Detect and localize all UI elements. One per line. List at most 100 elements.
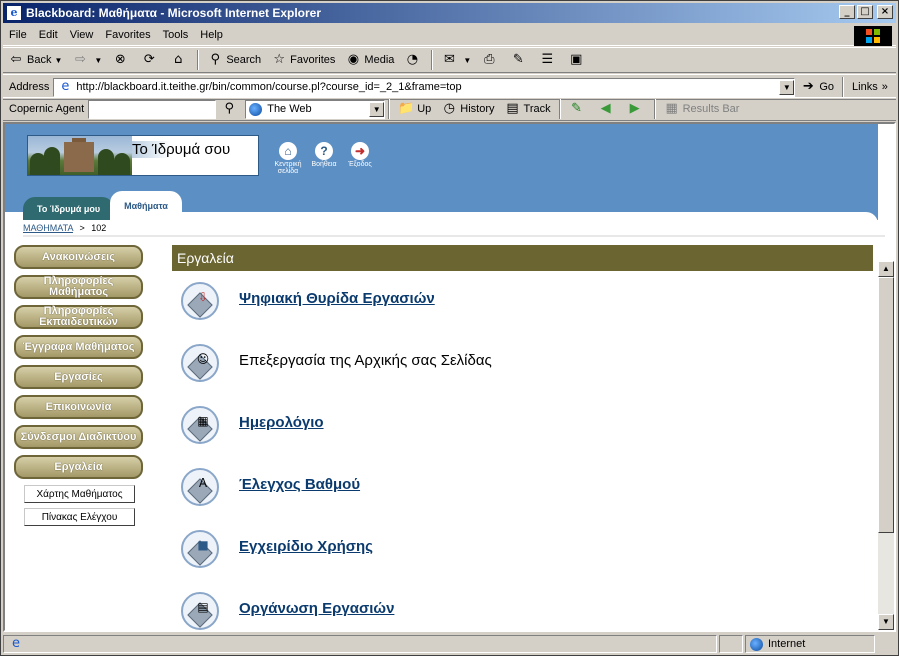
logout-link[interactable]: ➜ Έξοδος (345, 142, 375, 175)
blackboard-banner: Το Ίδρυμά σου ⌂ Κεντρική σελίδα ? Βοήθει… (5, 124, 878, 224)
nav-communication[interactable]: Επικοινωνία (14, 395, 143, 419)
home-button[interactable]: ⌂ (165, 52, 194, 68)
address-dropdown-button[interactable]: ▼ (779, 79, 795, 95)
nav-course-documents[interactable]: Έγγραφα Μαθήματος (14, 335, 143, 359)
minimize-button[interactable]: _ (839, 5, 855, 19)
scroll-thumb[interactable] (878, 277, 894, 533)
search-icon: ⚲ (210, 52, 221, 67)
messenger-icon: ▣ (570, 52, 583, 67)
home-icon: ⌂ (174, 52, 183, 67)
nav-external-links[interactable]: Σύνδεσμοι Διαδικτύου (14, 425, 143, 449)
window-title: Blackboard: Μαθήματα - Microsoft Interne… (26, 6, 322, 20)
results-bar-icon: ▦ (665, 101, 678, 116)
tool-user-manual-link[interactable]: Εγχειρίδιο Χρήσης (239, 538, 373, 555)
tasks-icon: ▤ (181, 592, 219, 630)
breadcrumb: ΜΑΘΗΜΑΤΑ > 102 (23, 223, 107, 233)
stop-button[interactable]: ⊗ (107, 52, 136, 68)
menu-help[interactable]: Help (194, 29, 229, 41)
search-button[interactable]: ⚲ Search (202, 52, 266, 68)
grades-icon: A (181, 468, 219, 506)
copernic-toolbar: Copernic Agent ⚲ The Web ▼ 📁 Up ◷ History … (3, 97, 896, 121)
menu-tools[interactable]: Tools (157, 29, 195, 41)
title-bar: e Blackboard: Μαθήματα - Microsoft Inter… (3, 3, 896, 23)
print-icon: ⎙ (484, 52, 495, 67)
tab-courses[interactable]: Μαθήματα (110, 191, 182, 220)
copernic-back-button[interactable]: ◀ (593, 101, 622, 117)
address-input[interactable]: e http://blackboard.it.teithe.gr/bin/com… (53, 77, 796, 97)
copernic-up-button[interactable]: 📁 Up (393, 101, 436, 117)
page-icon: e (61, 79, 70, 94)
breadcrumb-current: 102 (91, 223, 107, 233)
folder-up-icon: 📁 (398, 101, 415, 116)
scroll-up-button[interactable]: ▲ (878, 261, 894, 277)
course-map-button[interactable]: Χάρτης Μαθήματος (24, 485, 135, 503)
dropbox-icon: ⇩ (181, 282, 219, 320)
copernic-scope-select[interactable]: The Web ▼ (245, 99, 386, 119)
ie-logo-icon: e (6, 5, 22, 21)
nav-course-info[interactable]: Πληροφορίες Μαθήματος (14, 275, 143, 299)
maximize-button[interactable]: □ (857, 5, 873, 19)
tool-digital-dropbox-link[interactable]: Ψηφιακή Θυρίδα Εργασιών (239, 290, 435, 307)
tool-item: ⇩ Ψηφιακή Θυρίδα Εργασιών (181, 280, 861, 342)
media-button[interactable]: ◉ Media (340, 52, 399, 68)
messenger-button[interactable]: ▣ (563, 52, 592, 68)
tool-list: ⇩ Ψηφιακή Θυρίδα Εργασιών ☺ Επεξεργασία … (181, 280, 861, 630)
copernic-label: Copernic Agent (9, 103, 85, 115)
go-arrow-icon: ➔ (802, 79, 814, 94)
menu-file[interactable]: File (3, 29, 33, 41)
circle-right-icon: ▶ (629, 101, 640, 116)
go-button[interactable]: ➔ Go (795, 79, 839, 95)
favorites-button[interactable]: ☆ Favorites (266, 52, 340, 68)
history-toolbar-button[interactable]: ◔ (399, 52, 428, 68)
institution-logo[interactable]: Το Ίδρυμά σου (27, 135, 259, 176)
copernic-search-button[interactable]: ⚲ (216, 101, 245, 117)
results-bar-button[interactable]: ▦ Results Bar (659, 101, 745, 117)
menu-edit[interactable]: Edit (33, 29, 64, 41)
copernic-track-button[interactable]: ▤ Track (500, 101, 556, 117)
status-bar: e Internet (3, 634, 896, 654)
forward-button[interactable]: ⇨ ▼ (67, 52, 107, 68)
menu-view[interactable]: View (64, 29, 100, 41)
help-link[interactable]: ? Βοήθεια (309, 142, 339, 175)
magnifier-icon: ⚲ (224, 101, 234, 116)
home-page-link[interactable]: ⌂ Κεντρική σελίδα (273, 142, 303, 175)
nav-staff-info[interactable]: Πληροφορίες Εκπαιδευτικών (14, 305, 143, 329)
copernic-search-input[interactable] (88, 99, 217, 119)
standard-toolbar: ⇦ Back ▼ ⇨ ▼ ⊗ ⟳ ⌂ ⚲ Search ☆ Favorites ◉ Medi… (3, 47, 896, 73)
tool-tasks-link[interactable]: Οργάνωση Εργασιών (239, 600, 394, 617)
breadcrumb-courses-link[interactable]: ΜΑΘΗΜΑΤΑ (23, 223, 73, 233)
nav-assignments[interactable]: Εργασίες (14, 365, 143, 389)
discuss-button[interactable]: ☰ (534, 52, 563, 68)
scroll-down-button[interactable]: ▼ (878, 614, 894, 630)
print-button[interactable]: ⎙ (476, 52, 505, 68)
tool-calendar-link[interactable]: Ημερολόγιο (239, 414, 324, 431)
tab-my-institution[interactable]: Το Ίδρυμά μου (23, 197, 115, 220)
edit-button[interactable]: ✎ (505, 52, 534, 68)
nav-announcements[interactable]: Ανακοινώσεις (14, 245, 143, 269)
homepage-edit-icon: ☺ (181, 344, 219, 382)
globe-icon (249, 102, 263, 116)
tool-check-grade-link[interactable]: Έλεγχος Βαθμού (239, 476, 360, 493)
close-button[interactable]: × (877, 5, 893, 19)
scope-dropdown-button[interactable]: ▼ (369, 101, 385, 117)
copernic-forward-button[interactable]: ▶ (622, 101, 651, 117)
refresh-button[interactable]: ⟳ (136, 52, 165, 68)
links-button[interactable]: Links» (847, 81, 893, 93)
windows-logo-icon (854, 26, 892, 46)
menu-favorites[interactable]: Favorites (99, 29, 156, 41)
copernic-history-button[interactable]: ◷ History (436, 101, 499, 117)
highlight-button[interactable]: ✎ (564, 101, 593, 117)
tool-edit-homepage-text: Επεξεργασία της Αρχικής σας Σελίδας (239, 352, 492, 369)
zone-pane: Internet (745, 635, 875, 653)
nav-tools[interactable]: Εργαλεία (14, 455, 143, 479)
campus-photo (28, 136, 132, 175)
course-menu: Ανακοινώσεις Πληροφορίες Μαθήματος Πληρο… (14, 245, 146, 531)
help-icon: ? (315, 142, 333, 160)
back-arrow-icon: ⇦ (10, 52, 22, 67)
stop-icon: ⊗ (114, 52, 126, 67)
mail-button[interactable]: ✉ ▼ (436, 52, 476, 68)
edit-icon: ✎ (512, 52, 524, 67)
back-button[interactable]: ⇦ Back ▼ (3, 52, 67, 68)
control-panel-button[interactable]: Πίνακας Ελέγχου (24, 508, 135, 526)
vertical-scrollbar[interactable]: ▲ ▼ (878, 261, 894, 630)
